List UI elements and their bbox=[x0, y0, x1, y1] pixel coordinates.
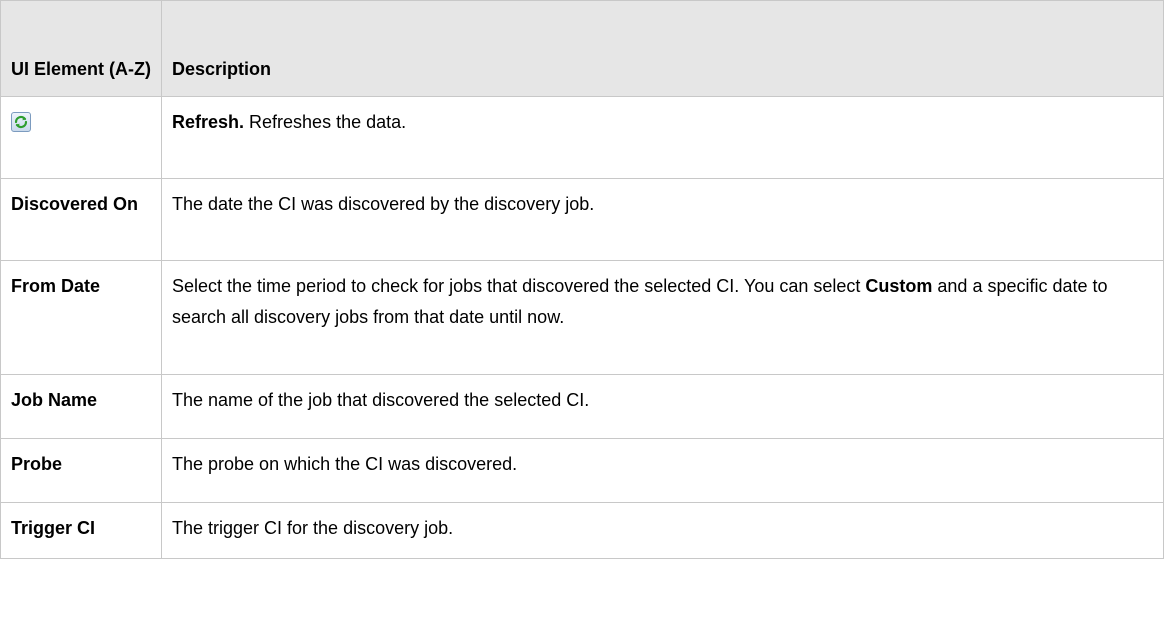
description-cell: The name of the job that discovered the … bbox=[161, 374, 1164, 439]
refresh-label: Refresh. bbox=[172, 112, 245, 132]
table-body: Refresh. Refreshes the data. Discovered … bbox=[0, 96, 1164, 559]
ui-element-name: From Date bbox=[0, 260, 162, 375]
ui-element-name: Discovered On bbox=[0, 178, 162, 261]
header-description: Description bbox=[161, 0, 1164, 97]
header-row: UI Element (A-Z) Description bbox=[0, 0, 1164, 97]
ui-element-cell bbox=[0, 96, 162, 179]
ui-elements-table: UI Element (A-Z) Description Refresh. Re… bbox=[0, 0, 1164, 559]
ui-element-name: Probe bbox=[0, 438, 162, 503]
refresh-icon bbox=[11, 112, 31, 132]
table-row-trigger-ci: Trigger CI The trigger CI for the discov… bbox=[0, 502, 1164, 559]
description-cell: The trigger CI for the discovery job. bbox=[161, 502, 1164, 559]
from-date-description-part1: Select the time period to check for jobs… bbox=[172, 276, 866, 296]
custom-option-label: Custom bbox=[865, 276, 933, 296]
table-header: UI Element (A-Z) Description bbox=[0, 0, 1164, 97]
description-cell: The date the CI was discovered by the di… bbox=[161, 178, 1164, 261]
header-ui-element: UI Element (A-Z) bbox=[0, 0, 162, 97]
refresh-description: Refreshes the data. bbox=[244, 112, 407, 132]
table-row-refresh: Refresh. Refreshes the data. bbox=[0, 96, 1164, 179]
ui-element-name: Job Name bbox=[0, 374, 162, 439]
table-row-job-name: Job Name The name of the job that discov… bbox=[0, 374, 1164, 439]
table-row-discovered-on: Discovered On The date the CI was discov… bbox=[0, 178, 1164, 261]
description-cell: The probe on which the CI was discovered… bbox=[161, 438, 1164, 503]
table-row-probe: Probe The probe on which the CI was disc… bbox=[0, 438, 1164, 503]
table-row-from-date: From Date Select the time period to chec… bbox=[0, 260, 1164, 375]
description-cell: Select the time period to check for jobs… bbox=[161, 260, 1164, 375]
ui-element-name: Trigger CI bbox=[0, 502, 162, 559]
description-cell: Refresh. Refreshes the data. bbox=[161, 96, 1164, 179]
